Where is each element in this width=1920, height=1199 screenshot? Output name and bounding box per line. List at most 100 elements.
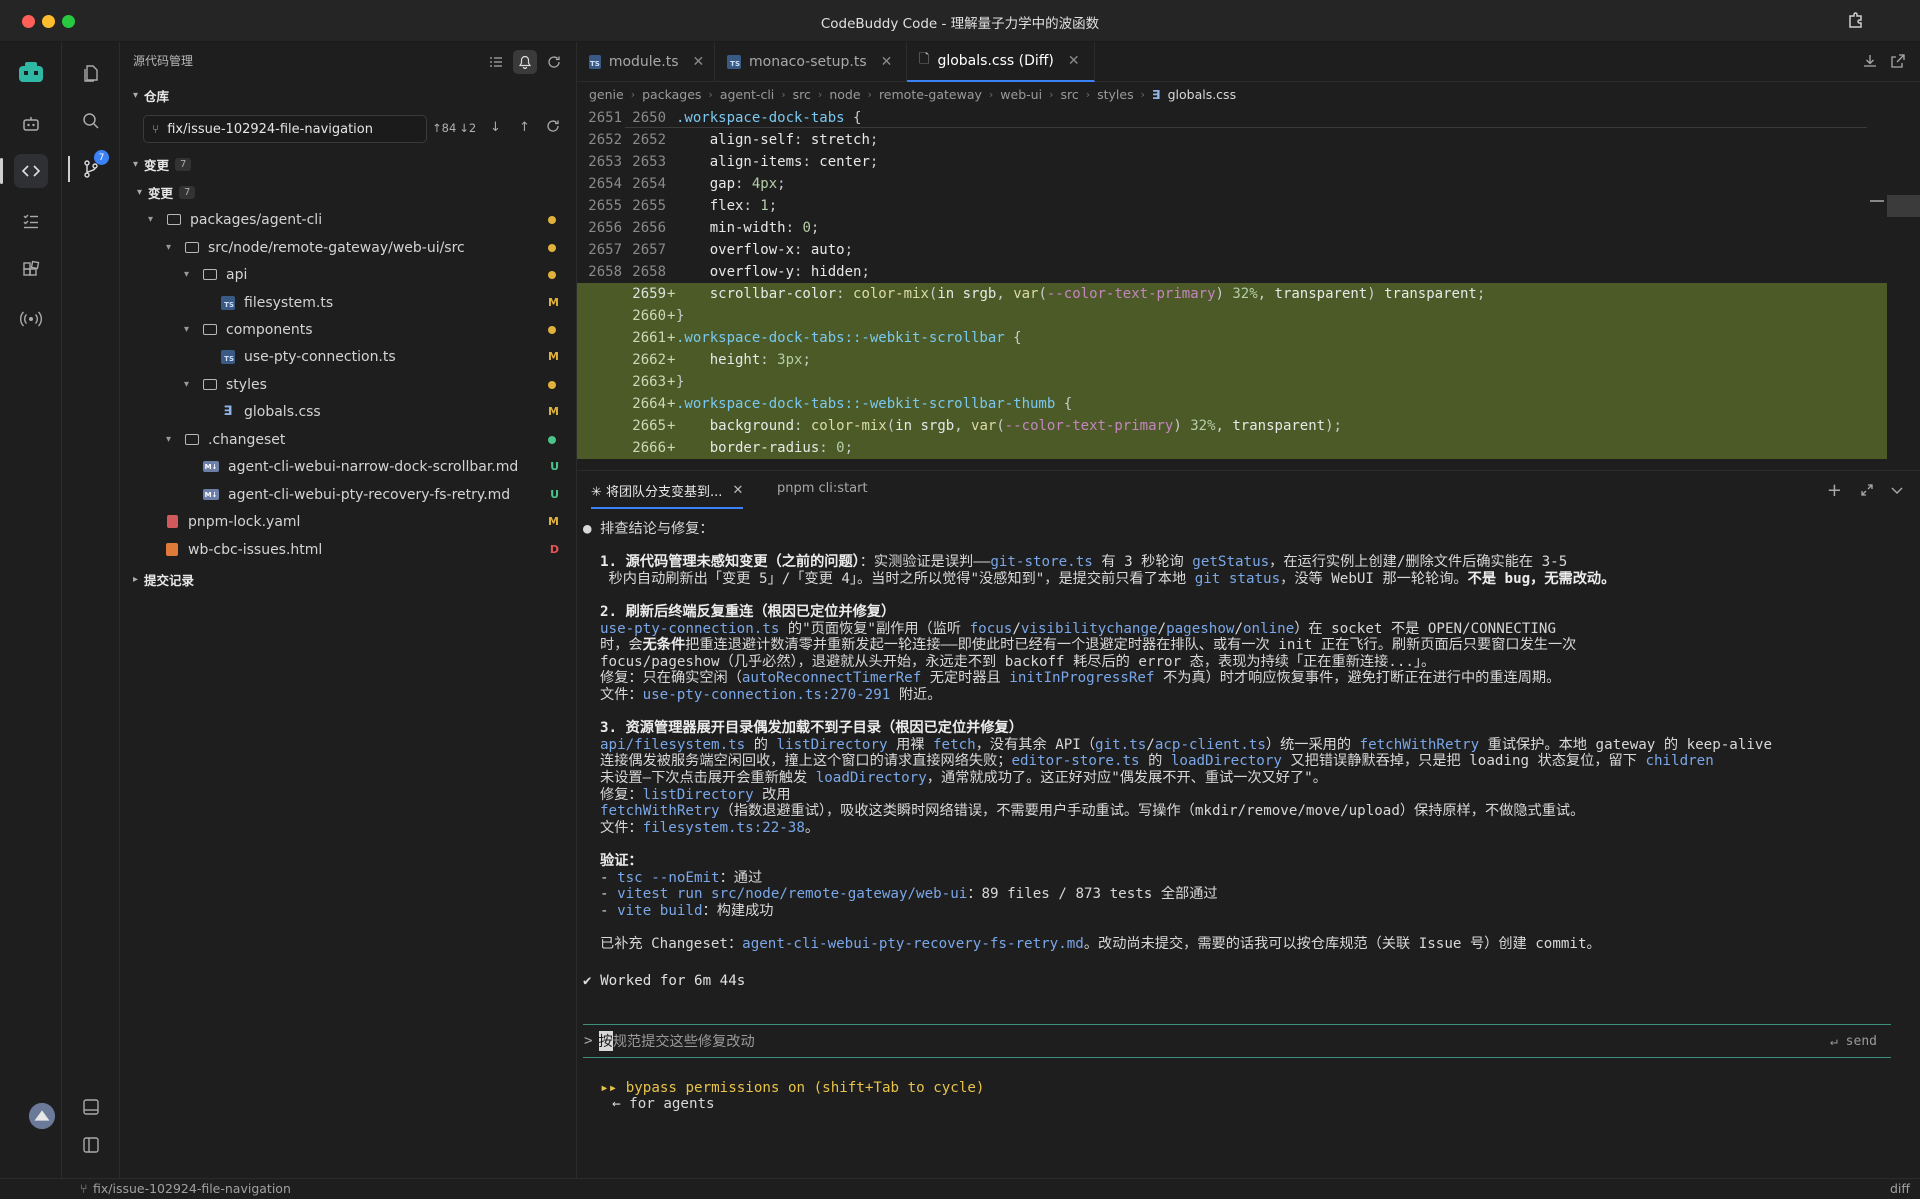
extensions-icon[interactable] (1846, 11, 1866, 31)
breadcrumb-item[interactable]: globals.css (1168, 87, 1237, 102)
tree-folder-row[interactable]: ▾ packages/agent-cli (62, 206, 577, 233)
code-reference[interactable]: vite build (617, 903, 702, 919)
diff-added-line[interactable]: 2666 + border-radius: 0; (577, 437, 1887, 459)
breadcrumb-item[interactable]: web-ui (1000, 87, 1042, 102)
code-reference[interactable]: fetchWithRetry (1360, 737, 1480, 753)
breadcrumb-item[interactable]: src (1060, 87, 1078, 102)
code-reference[interactable]: listDirectory (777, 737, 888, 753)
code-line[interactable]: 2658 2658 overflow-y: hidden; (577, 261, 1887, 283)
diff-added-line[interactable]: 2664 + .workspace-dock-tabs::-webkit-scrol… (577, 393, 1887, 415)
tree-file-row[interactable]: M↓ agent-cli-webui-narrow-dock-scrollbar… (62, 453, 577, 480)
breadcrumb-item[interactable]: src (793, 87, 811, 102)
pull-icon[interactable]: ↓ (490, 120, 501, 135)
terminal-prompt[interactable]: > 按 规范提交这些修复改动 ↵ send (583, 1024, 1891, 1058)
diff-editor[interactable]: 2651 2650 .workspace-dock-tabs {2652 2652 a… (577, 107, 1887, 465)
commits-section-header[interactable]: ▸ 提交记录 (133, 570, 194, 589)
agent-icon[interactable] (14, 107, 48, 141)
tree-file-row[interactable]: pnpm-lock.yaml M (62, 508, 577, 535)
code-line[interactable]: 2654 2654 gap: 4px; (577, 173, 1887, 195)
tab-monaco-setup-ts[interactable]: TS monaco-setup.ts ✕ (715, 42, 907, 82)
code-reference[interactable]: initInProgressRef (1009, 670, 1154, 686)
chevron-down-icon[interactable] (1890, 483, 1904, 501)
app-logo-icon[interactable] (14, 56, 48, 90)
code-reference[interactable]: tsc --noEmit (617, 870, 720, 886)
code-reference[interactable]: use-pty-connection.ts:270-291 (643, 687, 891, 703)
diff-added-line[interactable]: 2663 +} (577, 371, 1887, 393)
code-reference[interactable]: agent-cli-webui-pty-recovery-fs-retry.md (742, 936, 1084, 952)
tree-file-row[interactable]: TS filesystem.ts M (62, 289, 577, 316)
tab-globals-css-diff[interactable]: 🗋 globals.css (Diff) ✕ (907, 42, 1095, 82)
code-reference[interactable]: focus (970, 621, 1013, 637)
code-reference[interactable]: pageshow (1166, 621, 1234, 637)
tree-file-row[interactable]: ∃ globals.css M (62, 398, 577, 425)
code-reference[interactable]: visibilitychange (1021, 621, 1158, 637)
code-reference[interactable]: fetchWithRetry (600, 803, 720, 819)
code-reference[interactable]: git-store.ts (990, 554, 1093, 570)
repo-section-header[interactable]: ▾ 仓库 (133, 86, 169, 105)
branch-selector[interactable]: ⑂ fix/issue-102924-file-navigation (143, 115, 427, 143)
code-reference[interactable]: api/filesystem.ts (600, 737, 745, 753)
prompt-input[interactable]: 规范提交这些修复改动 (613, 1031, 755, 1051)
sidebar-toggle-icon[interactable] (74, 1128, 108, 1162)
terminal-tab-pnpm[interactable]: pnpm cli:start (777, 481, 868, 496)
tree-folder-row[interactable]: ▾ .changeset (62, 426, 577, 453)
code-line[interactable]: 2652 2652 align-self: stretch; (577, 129, 1887, 151)
tree-file-row[interactable]: wb-cbc-issues.html D (62, 536, 577, 563)
tasks-icon[interactable] (14, 204, 48, 238)
open-external-icon[interactable] (1890, 53, 1906, 73)
sync-icon[interactable] (546, 119, 560, 137)
breadcrumb-item[interactable]: node (829, 87, 860, 102)
code-reference[interactable]: fetch (933, 737, 976, 753)
code-reference[interactable]: acp-client.ts (1155, 737, 1266, 753)
code-line[interactable]: 2655 2655 flex: 1; (577, 195, 1887, 217)
code-reference[interactable]: loadDirectory (816, 770, 927, 786)
changes-group-header[interactable]: ▾ 变更 7 (137, 183, 196, 202)
add-terminal-icon[interactable]: + (1827, 480, 1842, 501)
code-reference[interactable]: editor-store.ts (1011, 753, 1139, 769)
code-reference[interactable]: online (1243, 621, 1294, 637)
status-diff-label[interactable]: diff (1890, 1181, 1910, 1196)
code-reference[interactable]: use-pty-connection.ts (600, 621, 779, 637)
tab-module-ts[interactable]: TS module.ts ✕ (577, 42, 715, 82)
tree-folder-row[interactable]: ▾ components (62, 316, 577, 343)
maximize-panel-icon[interactable] (1860, 483, 1874, 501)
code-line[interactable]: 2657 2657 overflow-x: auto; (577, 239, 1887, 261)
source-control-icon[interactable]: 7 (74, 150, 109, 186)
breadcrumb-item[interactable]: packages (642, 87, 701, 102)
avatar[interactable] (28, 1102, 56, 1130)
extensions-grid-icon[interactable] (14, 253, 48, 287)
code-icon[interactable] (14, 154, 48, 188)
push-icon[interactable]: ↑ (519, 120, 530, 135)
download-icon[interactable] (1862, 53, 1878, 73)
code-reference[interactable]: getStatus (1192, 554, 1269, 570)
remote-broadcast-icon[interactable] (14, 302, 48, 336)
status-branch[interactable]: fix/issue-102924-file-navigation (93, 1181, 291, 1196)
code-line[interactable]: 2656 2656 min-width: 0; (577, 217, 1887, 239)
breadcrumb-item[interactable]: genie (589, 87, 624, 102)
refresh-icon[interactable] (542, 50, 566, 74)
search-icon[interactable] (74, 104, 108, 138)
diff-added-line[interactable]: 2665 + background: color-mix(in srgb, var… (577, 415, 1887, 437)
close-icon[interactable]: ✕ (1068, 53, 1080, 69)
diff-added-line[interactable]: 2660 +} (577, 305, 1887, 327)
code-reference[interactable]: filesystem.ts:22-38 (643, 820, 805, 836)
list-view-icon[interactable] (484, 50, 508, 74)
changes-section-header[interactable]: ▾ 变更 7 (133, 155, 192, 174)
editor-scrollbar[interactable] (1887, 195, 1920, 217)
code-reference[interactable]: loadDirectory (1171, 753, 1282, 769)
close-icon[interactable]: ✕ (693, 54, 705, 70)
code-reference[interactable]: git.ts (1095, 737, 1146, 753)
diff-added-line[interactable]: 2662 + height: 3px; (577, 349, 1887, 371)
close-icon[interactable]: ✕ (732, 483, 743, 498)
tree-folder-row[interactable]: ▾ styles (62, 371, 577, 398)
breadcrumb-item[interactable]: remote-gateway (879, 87, 982, 102)
code-reference[interactable]: children (1645, 753, 1713, 769)
close-icon[interactable]: ✕ (881, 54, 893, 70)
code-reference[interactable]: vitest run src/node/remote-gateway/web-u… (617, 886, 967, 902)
send-hint[interactable]: ↵ send (1830, 1034, 1877, 1049)
diff-added-line[interactable]: 2659 + scrollbar-color: color-mix(in srgb… (577, 283, 1887, 305)
explorer-icon[interactable] (74, 56, 108, 90)
terminal-tab-agent[interactable]: ✳ 将团队分支变基到... ✕ (591, 481, 744, 509)
code-line[interactable]: 2651 2650 .workspace-dock-tabs { (577, 107, 1887, 129)
tree-folder-row[interactable]: ▾ src/node/remote-gateway/web-ui/src (62, 234, 577, 261)
